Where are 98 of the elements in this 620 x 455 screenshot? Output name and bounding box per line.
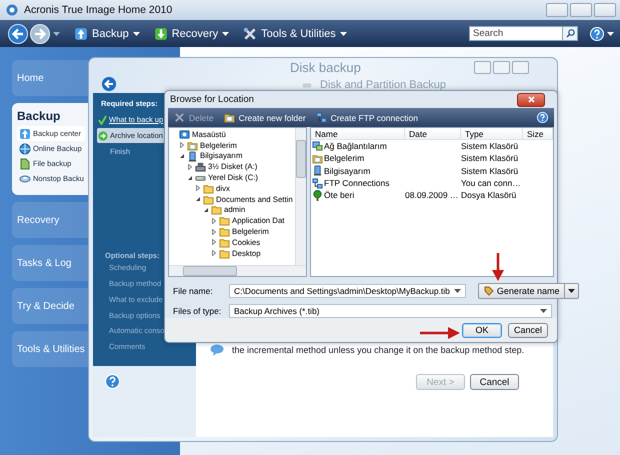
minimize-button[interactable] [546,3,568,17]
toolbar-menu[interactable]: Recovery [154,26,230,40]
tree-icon [312,190,323,201]
cancel-button[interactable]: Cancel [470,374,519,390]
folder-icon [219,248,230,259]
toolbar-button[interactable]: Create new folder [224,112,306,123]
close-icon [528,96,534,103]
file-type: Sistem Klasörü [461,153,518,164]
expand-toggle[interactable] [195,185,201,192]
document-folder-icon [187,140,198,151]
toolbar-button[interactable]: Create FTP connection [316,112,418,123]
expand-toggle[interactable] [187,164,193,170]
cross-icon [174,112,185,123]
search-icon [566,29,574,38]
column-header[interactable]: Size [523,128,553,139]
file-type: You can conn… [461,178,521,188]
window-title: Acronis True Image Home 2010 [24,4,172,16]
close-button[interactable] [517,92,545,106]
caret-icon [222,32,230,36]
file-type: Sistem Klasörü [461,141,518,152]
caret-icon [540,309,547,313]
column-header[interactable]: Name [311,128,405,139]
maximize-button[interactable] [493,60,510,74]
collapse-toggle[interactable] [187,174,193,181]
ok-button[interactable]: OK [462,322,502,338]
network-icon [312,178,323,189]
expand-toggle[interactable] [211,250,217,256]
dropdown-button[interactable] [565,283,580,299]
toolbar-menu[interactable]: Backup [74,26,140,40]
disk-icon [19,172,31,184]
help-icon[interactable] [590,26,604,40]
folder-icon [203,194,214,205]
file-type: Sistem Klasörü [461,166,518,176]
folder-icon [219,236,230,248]
file-icon [19,158,31,170]
file-type: Dosya Klasörü [461,190,516,200]
globe-icon [19,142,31,154]
maximize-button[interactable] [570,3,592,17]
file-date: 08.09.2009 … [405,190,458,200]
tools-icon [243,26,258,40]
folder-icon [211,204,222,216]
speech-bubble-icon [210,344,224,356]
caret-icon [340,32,347,36]
caret-icon [53,32,60,36]
generate-name-button[interactable]: Generate name [478,283,566,299]
scrollbar[interactable] [169,265,306,276]
computer-icon [312,165,323,176]
search-button[interactable] [563,26,578,41]
network-icon [312,140,323,152]
wizard-heading: Disk and Partition Backup [320,79,446,91]
upload-icon [19,128,31,140]
file-name-field[interactable]: C:\Documents and Settings\admin\Desktop\MyBackup.tib [229,284,466,298]
folder-icon [219,215,230,226]
arrow-annotation [420,327,460,339]
tag-icon [484,286,494,296]
file-type-field[interactable]: Backup Archives (*.tib) [229,304,552,318]
minimize-button[interactable] [474,60,491,74]
folder-icon [219,226,230,238]
file-name[interactable]: Öte beri [324,190,354,200]
collapse-toggle[interactable] [203,206,209,213]
expand-toggle[interactable] [211,239,217,246]
file-name[interactable]: FTP Connections [324,178,390,188]
column-header[interactable]: Type [461,128,523,139]
check-icon [98,114,107,124]
back-icon[interactable] [8,24,28,44]
scrollbar[interactable] [295,128,306,265]
network-icon [316,112,327,123]
expand-toggle[interactable] [211,218,217,224]
column-header[interactable]: Date [405,128,461,139]
caret-icon [454,289,461,293]
arrow-annotation [492,253,504,281]
file-name[interactable]: Belgelerim [324,153,364,164]
expand-toggle[interactable] [179,142,185,148]
back-icon[interactable] [101,76,117,92]
upload-icon [74,26,88,40]
computer-icon [187,150,198,162]
search-field[interactable]: Search [469,26,563,41]
floppy-icon [195,161,206,172]
forward-icon[interactable] [30,24,50,44]
file-name[interactable]: Bilgisayarım [324,166,370,176]
download-icon [154,26,168,40]
caret-icon [607,32,614,36]
app-icon [6,4,18,16]
help-icon[interactable] [537,112,548,123]
document-folder-icon [224,112,235,123]
cancel-button[interactable]: Cancel [508,322,548,338]
caret-icon [132,32,140,36]
field-label: Files of type: [173,306,222,316]
dialog-title: Browse for Location [170,94,254,105]
file-name[interactable]: Ağ Bağlantılarım [324,141,387,152]
folder-icon [203,182,214,194]
window-title: Disk backup [290,60,361,74]
arrow-icon [98,130,108,140]
note-text: the incremental method unless you change it on the backup method step. [232,345,524,355]
caret-icon [568,289,576,293]
expand-toggle[interactable] [211,228,217,235]
toolbar-menu[interactable]: Tools & Utilities [243,26,347,40]
field-label: File name: [173,286,214,296]
